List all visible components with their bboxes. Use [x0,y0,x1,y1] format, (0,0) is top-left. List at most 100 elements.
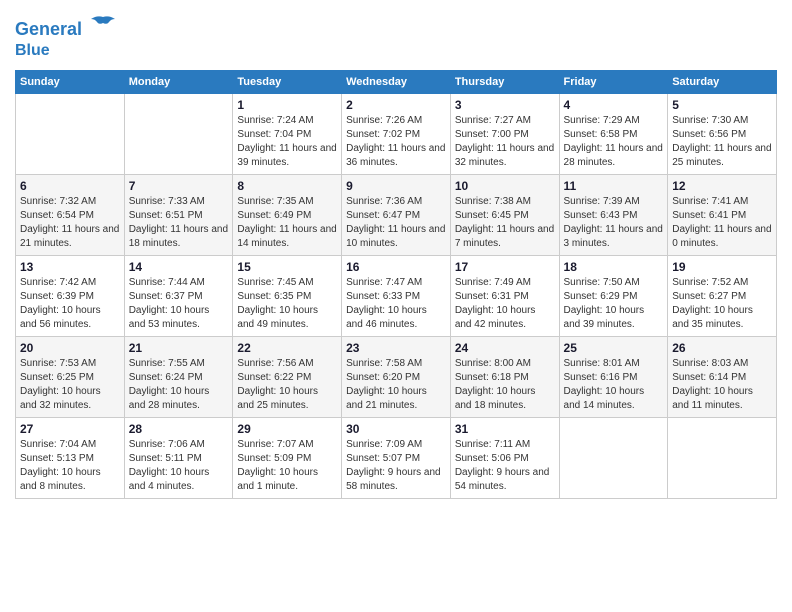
weekday-header-row: SundayMondayTuesdayWednesdayThursdayFrid… [16,70,777,93]
calendar-cell: 31 Sunrise: 7:11 AM Sunset: 5:06 PM Dayli… [450,417,559,498]
calendar-cell: 25 Sunrise: 8:01 AM Sunset: 6:16 PM Dayli… [559,336,668,417]
day-number: 2 [346,98,446,112]
weekday-header-monday: Monday [124,70,233,93]
day-info: Sunrise: 7:36 AM Sunset: 6:47 PM Dayligh… [346,195,446,251]
calendar-cell: 13Sunrise: 7:42 AM Sunset: 6:39 PM Dayli… [16,255,125,336]
day-info: Sunrise: 7:39 AM Sunset: 6:43 PM Dayligh… [564,195,664,251]
day-info: Sunrise: 8:00 AM Sunset: 6:18 PM Dayligh… [455,357,555,413]
calendar-cell: 29 Sunrise: 7:07 AM Sunset: 5:09 PM Dayli… [233,417,342,498]
day-number: 4 [564,98,664,112]
calendar-cell: 20 Sunrise: 7:53 AM Sunset: 6:25 PM Dayli… [16,336,125,417]
weekday-header-friday: Friday [559,70,668,93]
calendar: SundayMondayTuesdayWednesdayThursdayFrid… [15,70,777,499]
calendar-cell [124,93,233,174]
calendar-cell [559,417,668,498]
day-number: 30 [346,422,446,436]
day-info: Sunrise: 7:07 AM Sunset: 5:09 PM Dayligh… [237,438,337,494]
day-number: 17 [455,260,555,274]
day-number: 3 [455,98,555,112]
calendar-cell: 14 Sunrise: 7:44 AM Sunset: 6:37 PM Dayli… [124,255,233,336]
day-number: 9 [346,179,446,193]
day-info: Sunrise: 8:01 AM Sunset: 6:16 PM Dayligh… [564,357,664,413]
week-row-5: 27Sunrise: 7:04 AM Sunset: 5:13 PM Dayli… [16,417,777,498]
calendar-cell: 16 Sunrise: 7:47 AM Sunset: 6:33 PM Dayli… [342,255,451,336]
day-number: 16 [346,260,446,274]
calendar-cell [668,417,777,498]
calendar-cell: 23Sunrise: 7:58 AM Sunset: 6:20 PM Dayli… [342,336,451,417]
day-info: Sunrise: 7:33 AM Sunset: 6:51 PM Dayligh… [129,195,229,251]
day-info: Sunrise: 7:45 AM Sunset: 6:35 PM Dayligh… [237,276,337,332]
day-info: Sunrise: 7:11 AM Sunset: 5:06 PM Dayligh… [455,438,555,494]
weekday-header-sunday: Sunday [16,70,125,93]
calendar-cell: 9 Sunrise: 7:36 AM Sunset: 6:47 PM Daylig… [342,174,451,255]
day-number: 18 [564,260,664,274]
day-info: Sunrise: 7:49 AM Sunset: 6:31 PM Dayligh… [455,276,555,332]
calendar-cell [16,93,125,174]
day-info: Sunrise: 7:29 AM Sunset: 6:58 PM Dayligh… [564,114,664,170]
day-number: 24 [455,341,555,355]
day-number: 5 [672,98,772,112]
calendar-cell: 5 Sunrise: 7:30 AM Sunset: 6:56 PM Daylig… [668,93,777,174]
day-info: Sunrise: 8:03 AM Sunset: 6:14 PM Dayligh… [672,357,772,413]
calendar-cell: 21 Sunrise: 7:55 AM Sunset: 6:24 PM Dayli… [124,336,233,417]
calendar-cell: 12Sunrise: 7:41 AM Sunset: 6:41 PM Dayli… [668,174,777,255]
day-number: 22 [237,341,337,355]
weekday-header-thursday: Thursday [450,70,559,93]
day-info: Sunrise: 7:44 AM Sunset: 6:37 PM Dayligh… [129,276,229,332]
day-info: Sunrise: 7:56 AM Sunset: 6:22 PM Dayligh… [237,357,337,413]
day-number: 14 [129,260,229,274]
calendar-cell: 18Sunrise: 7:50 AM Sunset: 6:29 PM Dayli… [559,255,668,336]
day-info: Sunrise: 7:47 AM Sunset: 6:33 PM Dayligh… [346,276,446,332]
week-row-3: 13Sunrise: 7:42 AM Sunset: 6:39 PM Dayli… [16,255,777,336]
day-number: 10 [455,179,555,193]
header: General Blue [15,15,777,60]
calendar-cell: 8Sunrise: 7:35 AM Sunset: 6:49 PM Daylig… [233,174,342,255]
day-info: Sunrise: 7:24 AM Sunset: 7:04 PM Dayligh… [237,114,337,170]
day-info: Sunrise: 7:55 AM Sunset: 6:24 PM Dayligh… [129,357,229,413]
day-number: 28 [129,422,229,436]
calendar-cell: 6Sunrise: 7:32 AM Sunset: 6:54 PM Daylig… [16,174,125,255]
day-number: 31 [455,422,555,436]
calendar-cell: 3 Sunrise: 7:27 AM Sunset: 7:00 PM Daylig… [450,93,559,174]
calendar-cell: 30Sunrise: 7:09 AM Sunset: 5:07 PM Dayli… [342,417,451,498]
day-info: Sunrise: 7:53 AM Sunset: 6:25 PM Dayligh… [20,357,120,413]
calendar-cell: 22 Sunrise: 7:56 AM Sunset: 6:22 PM Dayli… [233,336,342,417]
calendar-cell: 27Sunrise: 7:04 AM Sunset: 5:13 PM Dayli… [16,417,125,498]
day-number: 1 [237,98,337,112]
day-info: Sunrise: 7:58 AM Sunset: 6:20 PM Dayligh… [346,357,446,413]
day-number: 12 [672,179,772,193]
day-number: 20 [20,341,120,355]
day-info: Sunrise: 7:30 AM Sunset: 6:56 PM Dayligh… [672,114,772,170]
day-info: Sunrise: 7:06 AM Sunset: 5:11 PM Dayligh… [129,438,229,494]
calendar-cell: 7 Sunrise: 7:33 AM Sunset: 6:51 PM Daylig… [124,174,233,255]
weekday-header-wednesday: Wednesday [342,70,451,93]
calendar-cell: 15 Sunrise: 7:45 AM Sunset: 6:35 PM Dayli… [233,255,342,336]
day-info: Sunrise: 7:42 AM Sunset: 6:39 PM Dayligh… [20,276,120,332]
calendar-cell: 2 Sunrise: 7:26 AM Sunset: 7:02 PM Daylig… [342,93,451,174]
day-number: 7 [129,179,229,193]
day-info: Sunrise: 7:26 AM Sunset: 7:02 PM Dayligh… [346,114,446,170]
day-number: 6 [20,179,120,193]
day-number: 25 [564,341,664,355]
weekday-header-tuesday: Tuesday [233,70,342,93]
day-info: Sunrise: 7:04 AM Sunset: 5:13 PM Dayligh… [20,438,120,494]
calendar-cell: 17 Sunrise: 7:49 AM Sunset: 6:31 PM Dayli… [450,255,559,336]
day-number: 26 [672,341,772,355]
day-info: Sunrise: 7:35 AM Sunset: 6:49 PM Dayligh… [237,195,337,251]
calendar-cell: 11 Sunrise: 7:39 AM Sunset: 6:43 PM Dayli… [559,174,668,255]
calendar-cell: 10 Sunrise: 7:38 AM Sunset: 6:45 PM Dayli… [450,174,559,255]
day-number: 11 [564,179,664,193]
day-info: Sunrise: 7:38 AM Sunset: 6:45 PM Dayligh… [455,195,555,251]
day-number: 21 [129,341,229,355]
calendar-cell: 4 Sunrise: 7:29 AM Sunset: 6:58 PM Daylig… [559,93,668,174]
day-number: 15 [237,260,337,274]
logo-blue-text: Blue [15,41,117,60]
logo-bird-icon [89,15,117,35]
week-row-4: 20 Sunrise: 7:53 AM Sunset: 6:25 PM Dayli… [16,336,777,417]
day-info: Sunrise: 7:27 AM Sunset: 7:00 PM Dayligh… [455,114,555,170]
logo-text: General [15,15,117,41]
week-row-2: 6Sunrise: 7:32 AM Sunset: 6:54 PM Daylig… [16,174,777,255]
logo: General Blue [15,15,117,60]
day-info: Sunrise: 7:52 AM Sunset: 6:27 PM Dayligh… [672,276,772,332]
day-number: 29 [237,422,337,436]
